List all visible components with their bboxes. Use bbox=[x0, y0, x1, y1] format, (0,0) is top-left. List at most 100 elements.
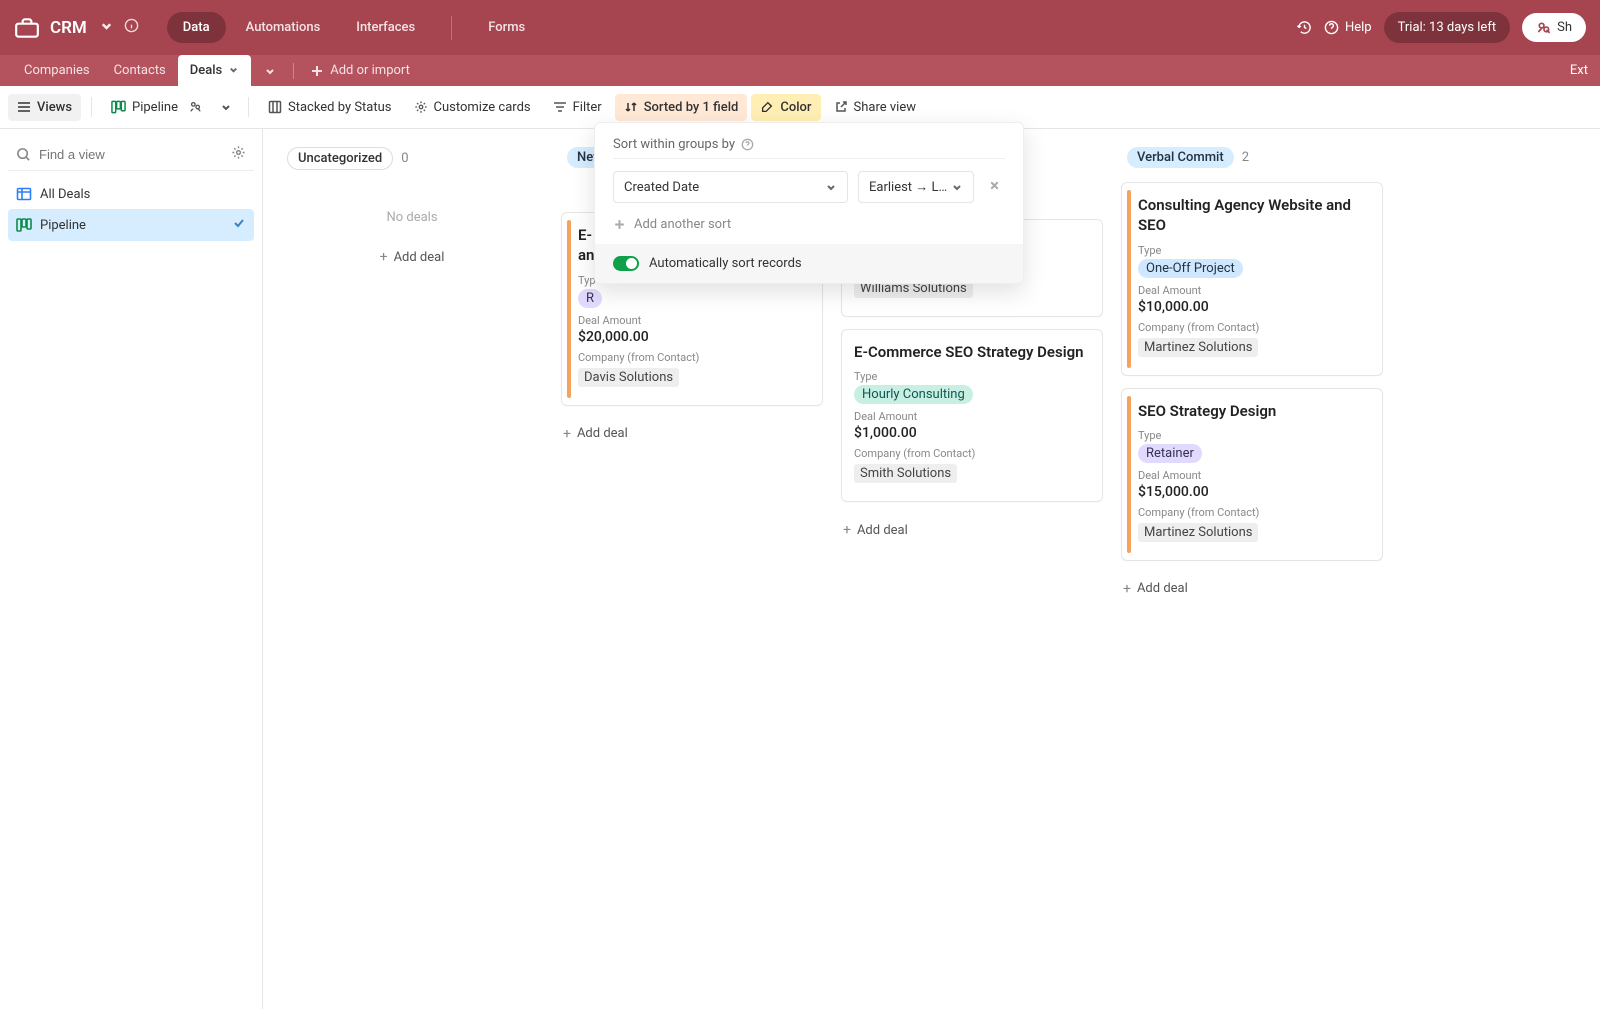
auto-sort-row: Automatically sort records bbox=[595, 244, 1023, 283]
add-deal-label: Add deal bbox=[577, 426, 628, 441]
tab-forms[interactable]: Forms bbox=[472, 12, 541, 43]
table-tab-deals-label: Deals bbox=[190, 63, 222, 78]
deal-amount: $20,000.00 bbox=[578, 329, 810, 345]
kanban-icon bbox=[16, 217, 32, 233]
auto-sort-toggle[interactable] bbox=[613, 256, 639, 271]
extensions-label[interactable]: Ext bbox=[1570, 63, 1588, 78]
check-icon bbox=[232, 216, 246, 234]
table-tab-contacts[interactable]: Contacts bbox=[102, 55, 178, 86]
view-name-button[interactable]: Pipeline bbox=[102, 94, 212, 121]
add-deal-button[interactable]: + Add deal bbox=[281, 229, 543, 273]
remove-sort-button[interactable] bbox=[984, 175, 1005, 200]
sort-direction-value: Earliest → L… bbox=[869, 179, 947, 195]
sort-popover-title-row: Sort within groups by bbox=[613, 137, 1005, 152]
field-label-amount: Deal Amount bbox=[1138, 469, 1370, 482]
find-view-input[interactable] bbox=[39, 147, 223, 162]
add-deal-label: Add deal bbox=[1137, 581, 1188, 596]
sort-field-value: Created Date bbox=[624, 180, 699, 195]
add-another-sort-button[interactable]: Add another sort bbox=[613, 213, 1005, 244]
add-another-label: Add another sort bbox=[634, 217, 731, 232]
deal-title: E-Commerce SEO Strategy Design bbox=[854, 342, 1090, 362]
gear-icon[interactable] bbox=[231, 145, 246, 164]
briefcase-icon bbox=[14, 17, 40, 39]
share-view-button[interactable]: Share view bbox=[825, 94, 925, 121]
field-label-amount: Deal Amount bbox=[854, 410, 1090, 423]
sort-popover-title: Sort within groups by bbox=[613, 137, 735, 152]
share-base-button[interactable]: Sh bbox=[1522, 13, 1586, 42]
color-button[interactable]: Color bbox=[751, 94, 820, 121]
separator bbox=[248, 97, 249, 117]
deal-company-tag: Martinez Solutions bbox=[1138, 338, 1258, 357]
views-button[interactable]: Views bbox=[8, 94, 81, 121]
view-menu-button[interactable] bbox=[214, 95, 238, 119]
help-label: Help bbox=[1345, 20, 1372, 35]
kanban-column-verbal-commit: Verbal Commit 2 Consulting Agency Websit… bbox=[1121, 147, 1383, 1009]
history-button[interactable] bbox=[1297, 20, 1312, 35]
top-tabs: Data Automations Interfaces Forms bbox=[167, 12, 541, 43]
sort-field-select[interactable]: Created Date bbox=[613, 171, 848, 203]
field-label-amount: Deal Amount bbox=[578, 314, 810, 327]
field-label-type: Type bbox=[854, 370, 1090, 383]
column-title[interactable]: Verbal Commit bbox=[1127, 147, 1234, 168]
deal-card[interactable]: SEO Strategy Design Type Retainer Deal A… bbox=[1121, 388, 1383, 561]
field-label-type: Type bbox=[1138, 244, 1370, 257]
plus-icon bbox=[613, 218, 626, 231]
filter-label: Filter bbox=[573, 100, 602, 115]
add-deal-label: Add deal bbox=[394, 250, 445, 265]
table-tab-deals[interactable]: Deals bbox=[178, 55, 251, 86]
deal-title: Consulting Agency Website and SEO bbox=[1138, 195, 1370, 236]
view-item-label: Pipeline bbox=[40, 218, 86, 233]
sorted-label: Sorted by 1 field bbox=[644, 100, 739, 115]
view-name-label: Pipeline bbox=[132, 100, 178, 115]
card-color-bar bbox=[567, 220, 571, 398]
help-button[interactable]: Help bbox=[1324, 20, 1372, 35]
deal-card[interactable]: E-Commerce SEO Strategy Design Type Hour… bbox=[841, 329, 1103, 502]
sort-direction-select[interactable]: Earliest → L… bbox=[858, 171, 974, 203]
divider bbox=[613, 158, 1005, 159]
deal-amount: $1,000.00 bbox=[854, 425, 1090, 441]
top-bar: CRM Data Automations Interfaces Forms He… bbox=[0, 0, 1600, 55]
add-deal-button[interactable]: + Add deal bbox=[841, 514, 1103, 546]
kanban-column-uncategorized: Uncategorized 0 No deals + Add deal bbox=[281, 147, 543, 1009]
column-header: Verbal Commit 2 bbox=[1121, 147, 1383, 168]
field-label-company: Company (from Contact) bbox=[1138, 506, 1370, 519]
chevron-down-icon[interactable] bbox=[99, 18, 114, 37]
separator bbox=[91, 97, 92, 117]
views-label: Views bbox=[37, 100, 72, 115]
column-title[interactable]: Uncategorized bbox=[287, 147, 393, 170]
add-or-import-button[interactable]: Add or import bbox=[302, 63, 418, 78]
deal-company-tag: Smith Solutions bbox=[854, 464, 957, 483]
table-tab-companies[interactable]: Companies bbox=[12, 55, 102, 86]
chevron-down-icon bbox=[228, 64, 239, 78]
stacked-by-button[interactable]: Stacked by Status bbox=[259, 94, 401, 121]
view-item-pipeline[interactable]: Pipeline bbox=[8, 209, 254, 241]
trial-badge[interactable]: Trial: 13 days left bbox=[1384, 12, 1511, 43]
deal-card[interactable]: Consulting Agency Website and SEO Type O… bbox=[1121, 182, 1383, 376]
deal-type-tag: Hourly Consulting bbox=[854, 385, 973, 404]
help-icon[interactable] bbox=[741, 138, 754, 151]
tab-interfaces[interactable]: Interfaces bbox=[340, 12, 431, 43]
sorted-by-button[interactable]: Sorted by 1 field bbox=[615, 94, 748, 121]
find-view-row bbox=[8, 139, 254, 171]
search-icon bbox=[16, 147, 31, 162]
view-item-all-deals[interactable]: All Deals bbox=[8, 179, 254, 209]
add-deal-button[interactable]: + Add deal bbox=[561, 418, 823, 450]
customize-label: Customize cards bbox=[434, 100, 531, 115]
customize-cards-button[interactable]: Customize cards bbox=[405, 94, 540, 121]
tab-automations[interactable]: Automations bbox=[230, 12, 337, 43]
base-title[interactable]: CRM bbox=[50, 18, 87, 38]
card-color-bar bbox=[1127, 190, 1131, 368]
tab-data[interactable]: Data bbox=[167, 12, 226, 43]
add-import-label: Add or import bbox=[330, 63, 410, 78]
add-deal-label: Add deal bbox=[857, 523, 908, 538]
share-label: Sh bbox=[1557, 20, 1572, 35]
table-menu-button[interactable] bbox=[255, 59, 285, 83]
add-deal-button[interactable]: + Add deal bbox=[1121, 573, 1383, 605]
info-icon[interactable] bbox=[124, 18, 139, 37]
plus-icon: + bbox=[380, 249, 388, 265]
filter-button[interactable]: Filter bbox=[544, 94, 611, 121]
grid-icon bbox=[16, 186, 32, 202]
deal-type-tag: R bbox=[578, 289, 602, 308]
separator bbox=[293, 63, 294, 79]
tables-bar: Companies Contacts Deals Add or import E… bbox=[0, 55, 1600, 86]
